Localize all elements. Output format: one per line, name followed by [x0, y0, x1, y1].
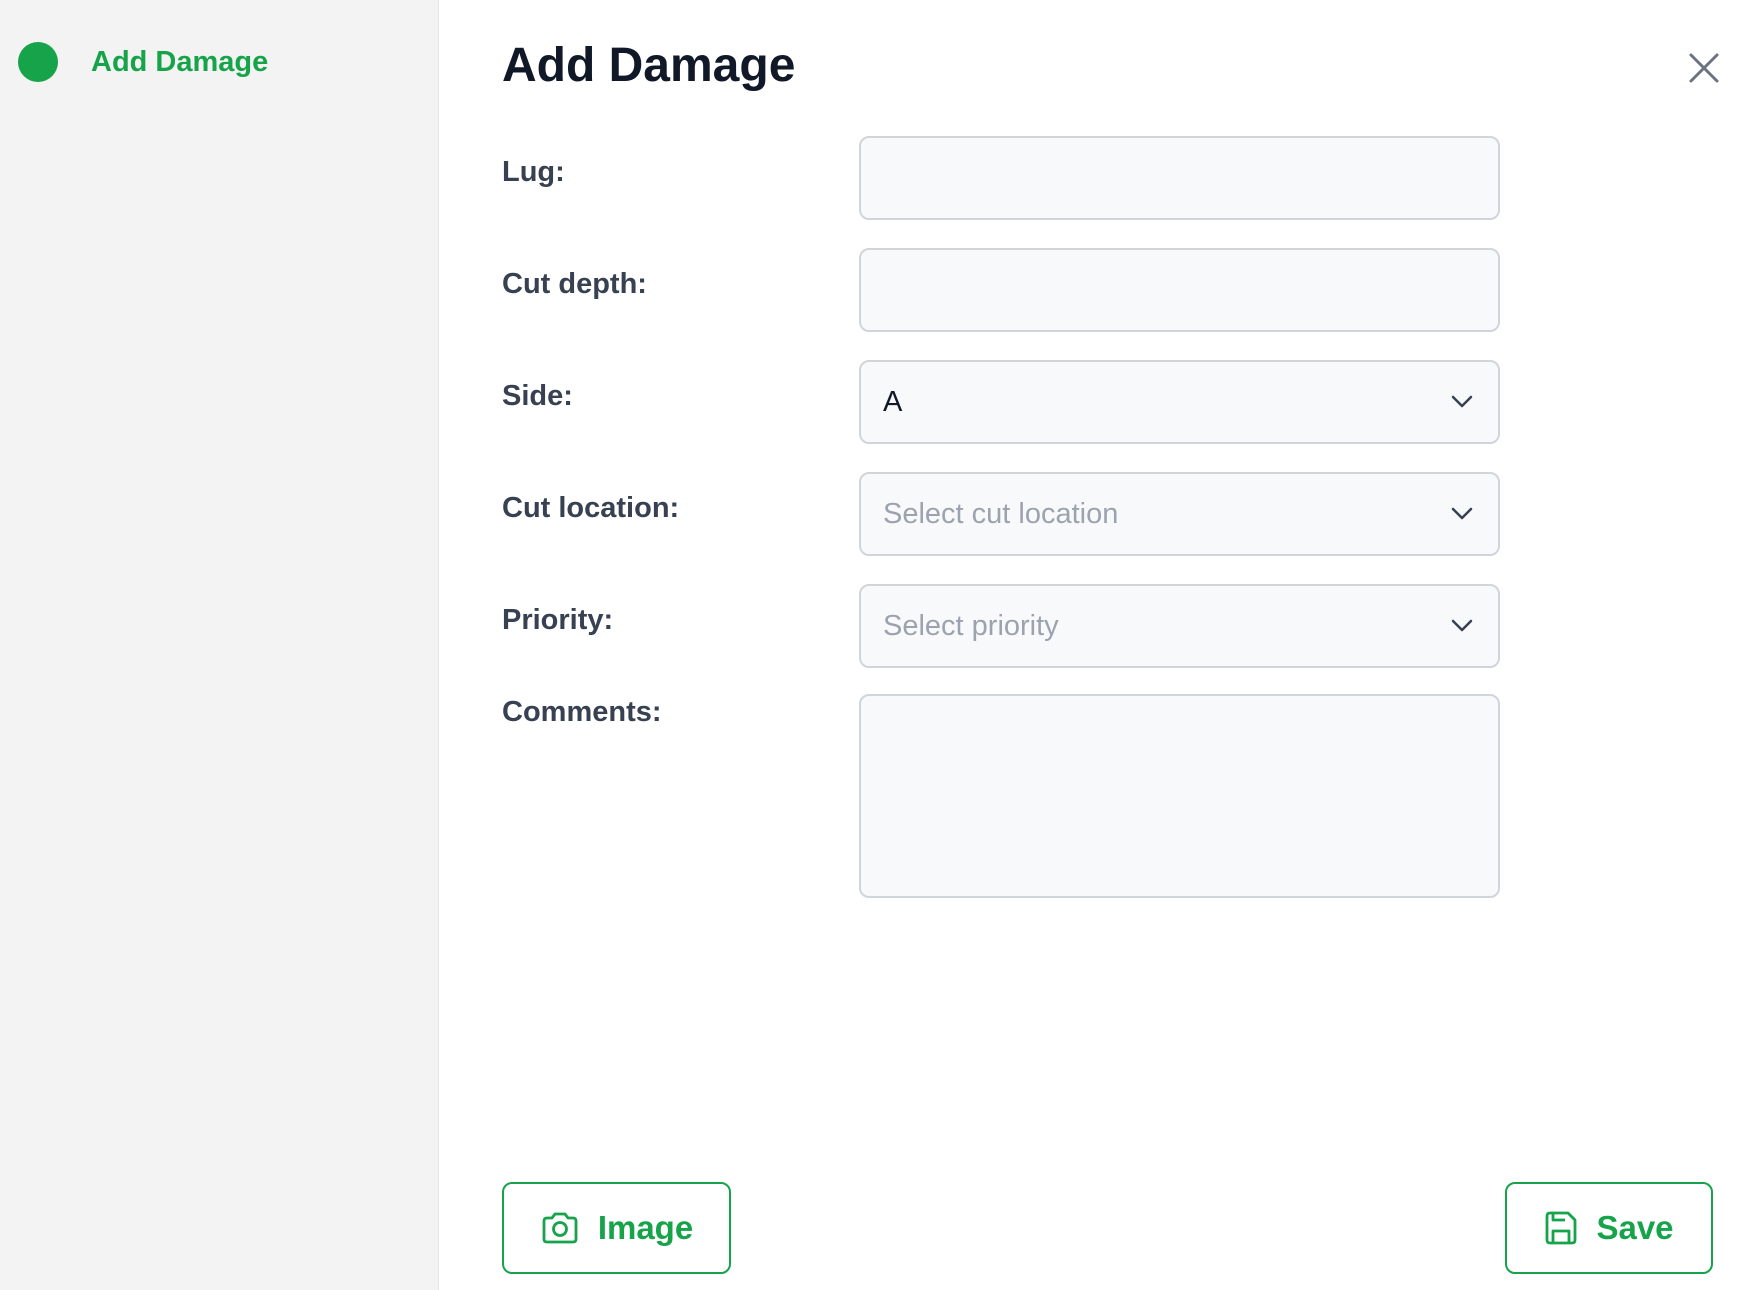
cut-depth-input[interactable] — [859, 248, 1500, 332]
comments-textarea[interactable] — [859, 694, 1500, 898]
side-select-value: A — [883, 385, 903, 418]
close-button[interactable] — [1680, 44, 1728, 92]
page-title: Add Damage — [502, 39, 796, 92]
side-select[interactable]: A — [859, 360, 1500, 444]
add-image-button-label: Image — [597, 1209, 694, 1246]
step-indicator-dot — [18, 42, 58, 82]
main-panel: Add Damage Lug: Cut depth: Side: A Cut l… — [440, 0, 1742, 1290]
priority-select[interactable]: Select priority — [859, 584, 1500, 668]
close-icon — [1689, 53, 1719, 83]
sidebar: Add Damage — [0, 0, 439, 1290]
step-item-add-damage[interactable]: Add Damage — [18, 42, 268, 82]
lug-input[interactable] — [859, 136, 1500, 220]
save-button-label: Save — [1596, 1209, 1674, 1246]
save-button[interactable]: Save — [1505, 1182, 1713, 1274]
priority-placeholder: Select priority — [883, 609, 1059, 642]
chevron-down-icon — [1448, 612, 1476, 640]
lug-label: Lug: — [502, 156, 565, 188]
priority-label: Priority: — [502, 604, 614, 636]
cut-location-placeholder: Select cut location — [883, 497, 1119, 530]
comments-label: Comments: — [502, 696, 662, 728]
chevron-down-icon — [1448, 500, 1476, 528]
add-image-button[interactable]: Image — [502, 1182, 731, 1274]
chevron-down-icon — [1448, 388, 1476, 416]
cut-location-label: Cut location: — [502, 492, 680, 524]
save-icon — [1544, 1210, 1578, 1246]
step-label: Add Damage — [91, 45, 269, 78]
cut-depth-label: Cut depth: — [502, 268, 647, 300]
side-label: Side: — [502, 380, 573, 412]
camera-icon — [540, 1211, 580, 1245]
cut-location-select[interactable]: Select cut location — [859, 472, 1500, 556]
